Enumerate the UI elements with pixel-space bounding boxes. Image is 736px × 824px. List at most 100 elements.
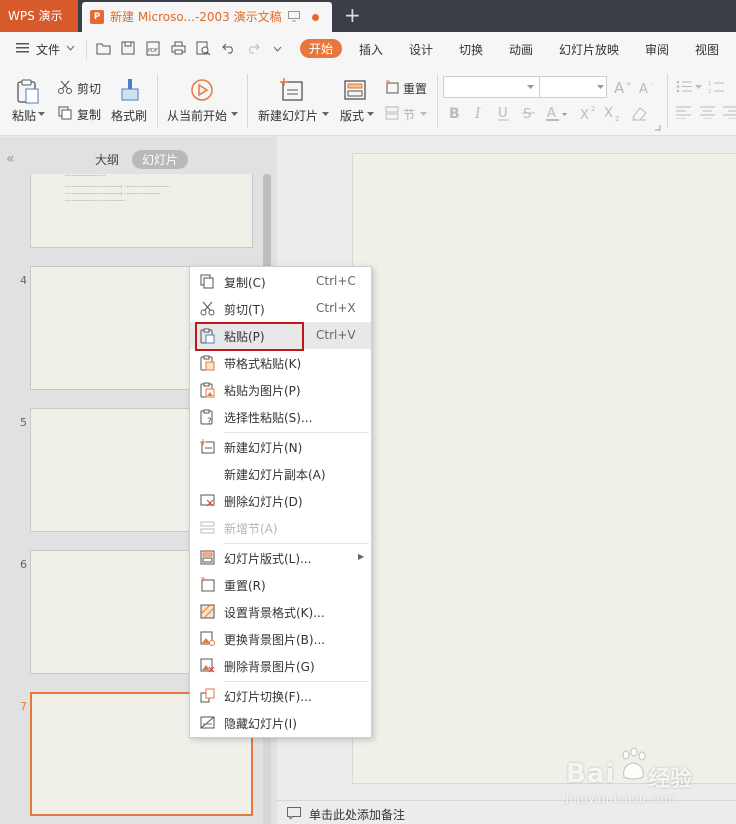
font-dialog-launcher-icon[interactable] (655, 125, 661, 131)
new-slide-button[interactable]: 新建幻灯片 (258, 107, 318, 124)
superscript-icon[interactable]: X2 (580, 105, 598, 121)
decrease-font-icon[interactable]: A- (639, 79, 657, 95)
font-color-icon[interactable]: A (546, 105, 568, 121)
from-current-button[interactable]: 从当前开始 (167, 107, 227, 124)
slide-number: 7 (20, 700, 27, 713)
font-size-dropdown-icon[interactable] (597, 85, 604, 90)
bullet-list-icon[interactable] (676, 80, 692, 93)
align-left-icon[interactable] (676, 106, 691, 119)
play-from-current-icon[interactable] (190, 78, 214, 102)
menu-item-label: 新建幻灯片副本(A) (224, 468, 326, 482)
menu-item-slide-transition[interactable]: 幻灯片切换(F)... (190, 682, 371, 709)
layout-button[interactable]: 版式 (340, 107, 364, 124)
increase-font-icon[interactable]: A + (614, 79, 632, 95)
menu-item-duplicate-slide[interactable]: 新建幻灯片副本(A) (190, 460, 371, 487)
presentation-file-icon: P (90, 10, 104, 24)
notes-placeholder[interactable]: 单击此处添加备注 (309, 806, 405, 823)
tab-home[interactable]: 开始 (300, 39, 343, 58)
menu-item-copy[interactable]: 复制(C) Ctrl+C (190, 268, 371, 295)
layout-dropdown-icon[interactable] (367, 112, 374, 117)
copy-icon[interactable] (58, 106, 72, 120)
reset-icon[interactable] (385, 80, 399, 94)
cut-icon[interactable] (58, 80, 72, 94)
paste-button[interactable]: 粘贴 (12, 107, 36, 124)
menu-item-delete-background-image[interactable]: 删除背景图片(G) (190, 652, 371, 679)
monitor-icon[interactable] (288, 11, 300, 22)
redo-icon[interactable] (246, 41, 260, 54)
format-painter-icon[interactable] (119, 78, 141, 102)
menu-item-change-background-image[interactable]: 更换背景图片(B)... (190, 625, 371, 652)
paste-dropdown-icon[interactable] (38, 112, 45, 117)
bold-icon[interactable]: B (448, 105, 462, 121)
underline-icon[interactable]: U (497, 105, 511, 121)
menu-item-cut[interactable]: 剪切(T) Ctrl+X (190, 295, 371, 322)
subscript-icon[interactable]: X2 (604, 105, 622, 121)
menu-item-delete-slide[interactable]: 删除幻灯片(D) (190, 487, 371, 514)
slide-canvas[interactable] (352, 153, 736, 784)
slide-thumbnail-3[interactable]: …………………………………………… …………………… ……………………………，…… (30, 174, 253, 248)
menu-item-slide-layout[interactable]: 幻灯片版式(L)... ▶ (190, 544, 371, 571)
svg-text:X: X (604, 106, 613, 121)
new-tab-button[interactable]: + (344, 5, 361, 25)
menu-item-paste-with-format[interactable]: 带格式粘贴(K) (190, 349, 371, 376)
menu-item-label: 设置背景格式(K)... (224, 606, 325, 620)
quick-access-dropdown-icon[interactable] (273, 46, 282, 52)
align-center-icon[interactable] (700, 106, 715, 119)
unsaved-dot-icon[interactable] (312, 14, 319, 21)
hamburger-menu-icon[interactable] (16, 43, 29, 53)
file-menu[interactable]: 文件 (36, 41, 60, 58)
new-slide-icon[interactable] (280, 78, 304, 102)
tab-insert[interactable]: 插入 (359, 41, 383, 58)
strikethrough-icon[interactable]: S (522, 105, 536, 121)
menu-item-label: 幻灯片切换(F)... (224, 690, 312, 704)
new-slide-dropdown-icon[interactable] (322, 112, 329, 117)
from-current-dropdown-icon[interactable] (231, 112, 238, 117)
app-tab[interactable]: WPS 演示 (0, 0, 78, 32)
print-preview-icon[interactable] (196, 41, 211, 56)
delete-slide-icon (200, 494, 215, 507)
tab-design[interactable]: 设计 (409, 41, 433, 58)
tab-review[interactable]: 审阅 (645, 41, 669, 58)
app-name: WPS 演示 (8, 9, 63, 23)
save-icon[interactable] (121, 41, 135, 55)
numbered-list-icon[interactable]: 12 (708, 80, 724, 93)
font-name-field[interactable] (443, 76, 540, 98)
paste-icon[interactable] (16, 78, 40, 104)
slide-text-line: ……………………………… (65, 197, 125, 203)
tab-animations[interactable]: 动画 (509, 41, 533, 58)
print-icon[interactable] (171, 41, 186, 55)
menu-item-format-background[interactable]: 设置背景格式(K)... (190, 598, 371, 625)
cut-button[interactable]: 剪切 (77, 80, 101, 97)
font-name-dropdown-icon[interactable] (527, 85, 534, 90)
tab-slides[interactable]: 幻灯片 (132, 150, 189, 169)
export-pdf-icon[interactable]: PDF (146, 41, 160, 56)
menu-item-paste-as-picture[interactable]: 粘贴为图片(P) (190, 376, 371, 403)
menu-item-hide-slide[interactable]: 隐藏幻灯片(I) (190, 709, 371, 736)
paste-picture-icon (200, 382, 215, 398)
tab-outline[interactable]: 大纲 (95, 151, 119, 168)
document-tab[interactable]: P 新建 Microso...-2003 演示文稿 (82, 2, 332, 32)
italic-icon[interactable]: I (473, 105, 487, 121)
collapse-panel-icon[interactable]: « (6, 151, 15, 167)
chevron-down-icon[interactable] (66, 45, 75, 51)
slide-number: 6 (20, 558, 27, 571)
tab-slideshow[interactable]: 幻灯片放映 (559, 41, 619, 58)
menu-item-paste-special[interactable]: ? 选择性粘贴(S)... (190, 403, 371, 430)
menu-item-reset[interactable]: 重置(R) (190, 571, 371, 598)
section-icon (200, 521, 215, 534)
tab-view[interactable]: 视图 (695, 41, 719, 58)
tab-transitions[interactable]: 切换 (459, 41, 483, 58)
align-right-icon[interactable] (723, 106, 736, 119)
open-folder-icon[interactable] (96, 41, 112, 55)
slide-text-line: …………………… (65, 174, 105, 178)
clear-format-icon[interactable] (630, 106, 648, 121)
layout-icon[interactable] (343, 78, 367, 102)
section-icon (385, 106, 399, 120)
copy-button[interactable]: 复制 (77, 106, 101, 123)
menu-item-new-slide[interactable]: 新建幻灯片(N) (190, 433, 371, 460)
format-painter-button[interactable]: 格式刷 (111, 107, 147, 124)
reset-button[interactable]: 重置 (403, 80, 427, 97)
bullet-dropdown-icon[interactable] (695, 85, 702, 90)
undo-icon[interactable] (222, 41, 236, 54)
menu-item-label: 新建幻灯片(N) (224, 441, 303, 455)
